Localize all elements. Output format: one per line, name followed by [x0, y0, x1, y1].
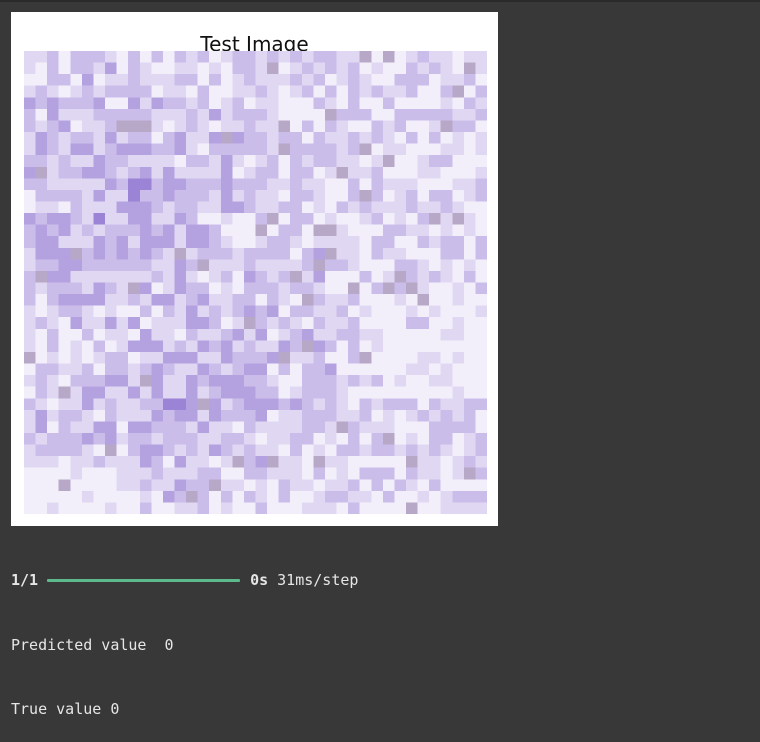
progress-elapsed: 0s	[250, 571, 269, 589]
top-divider	[0, 0, 760, 2]
progress-count: 1/1	[11, 571, 39, 589]
progress-rate: 31ms/step	[277, 571, 359, 589]
progress-line: 1/1 0s 31ms/step	[11, 570, 358, 592]
test-image-figure: Test Image	[11, 12, 498, 526]
progress-bar	[47, 579, 241, 583]
cell-output: 1/1 0s 31ms/step Predicted value 0 True …	[11, 527, 358, 742]
true-value-line: True value 0	[11, 700, 120, 718]
predicted-value-line: Predicted value 0	[11, 635, 174, 654]
test-image-canvas	[24, 51, 487, 514]
